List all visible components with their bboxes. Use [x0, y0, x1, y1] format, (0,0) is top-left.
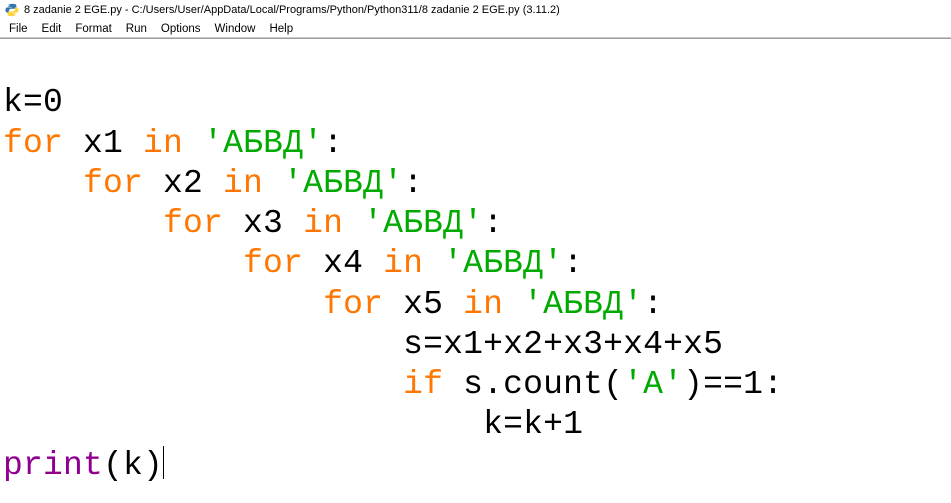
- code-token: s=x1+x2+x3+x4+x5: [403, 326, 723, 363]
- text-cursor: [163, 446, 164, 479]
- code-token: :: [323, 125, 343, 162]
- code-token: :: [763, 366, 783, 403]
- code-token: for: [323, 286, 383, 323]
- code-token: [423, 245, 443, 282]
- menu-edit[interactable]: Edit: [35, 22, 69, 36]
- menu-window[interactable]: Window: [208, 22, 263, 36]
- code-indent: [3, 205, 163, 242]
- code-token: [183, 125, 203, 162]
- code-token: 1: [563, 406, 583, 443]
- code-token: 0: [43, 84, 63, 121]
- code-token: 'А': [623, 366, 683, 403]
- menu-file[interactable]: File: [2, 22, 35, 36]
- code-token: in: [303, 205, 343, 242]
- code-indent: [3, 165, 83, 202]
- code-token: :: [483, 205, 503, 242]
- code-indent: [3, 366, 403, 403]
- code-token: k: [3, 84, 23, 121]
- code-indent: [3, 406, 483, 443]
- code-token: x5: [383, 286, 463, 323]
- code-token: if: [403, 366, 443, 403]
- code-token: k=k+: [483, 406, 563, 443]
- code-token: 'АБВД': [523, 286, 643, 323]
- code-token: in: [143, 125, 183, 162]
- code-token: for: [163, 205, 223, 242]
- menu-options[interactable]: Options: [154, 22, 208, 36]
- python-idle-icon: [4, 2, 20, 18]
- code-token: in: [223, 165, 263, 202]
- code-token: s.count(: [443, 366, 623, 403]
- code-token: 'АБВД': [203, 125, 323, 162]
- code-token: print: [3, 447, 103, 484]
- code-token: )==: [683, 366, 743, 403]
- code-token: [503, 286, 523, 323]
- code-token: x1: [63, 125, 143, 162]
- menu-format[interactable]: Format: [68, 22, 118, 36]
- code-token: x4: [303, 245, 383, 282]
- code-token: (k): [103, 447, 163, 484]
- code-token: in: [463, 286, 503, 323]
- code-token: for: [3, 125, 63, 162]
- code-token: x3: [223, 205, 303, 242]
- code-token: =: [23, 84, 43, 121]
- code-token: 'АБВД': [443, 245, 563, 282]
- code-content[interactable]: k=0 for x1 in 'АБВД': for x2 in 'АБВД': …: [0, 39, 951, 503]
- code-token: [263, 165, 283, 202]
- code-token: :: [563, 245, 583, 282]
- menu-help[interactable]: Help: [262, 22, 300, 36]
- code-token: for: [83, 165, 143, 202]
- code-token: 'АБВД': [283, 165, 403, 202]
- code-indent: [3, 245, 243, 282]
- window-title: 8 zadanie 2 EGE.py - C:/Users/User/AppDa…: [24, 4, 560, 16]
- window-titlebar: 8 zadanie 2 EGE.py - C:/Users/User/AppDa…: [0, 0, 951, 20]
- code-token: for: [243, 245, 303, 282]
- code-token: :: [643, 286, 663, 323]
- code-token: x2: [143, 165, 223, 202]
- code-token: in: [383, 245, 423, 282]
- code-token: 1: [743, 366, 763, 403]
- code-token: 'АБВД': [363, 205, 483, 242]
- menu-run[interactable]: Run: [119, 22, 154, 36]
- code-indent: [3, 326, 403, 363]
- menubar: File Edit Format Run Options Window Help: [0, 20, 951, 38]
- code-editor[interactable]: k=0 for x1 in 'АБВД': for x2 in 'АБВД': …: [0, 38, 951, 503]
- code-indent: [3, 286, 323, 323]
- code-token: :: [403, 165, 423, 202]
- code-token: [343, 205, 363, 242]
